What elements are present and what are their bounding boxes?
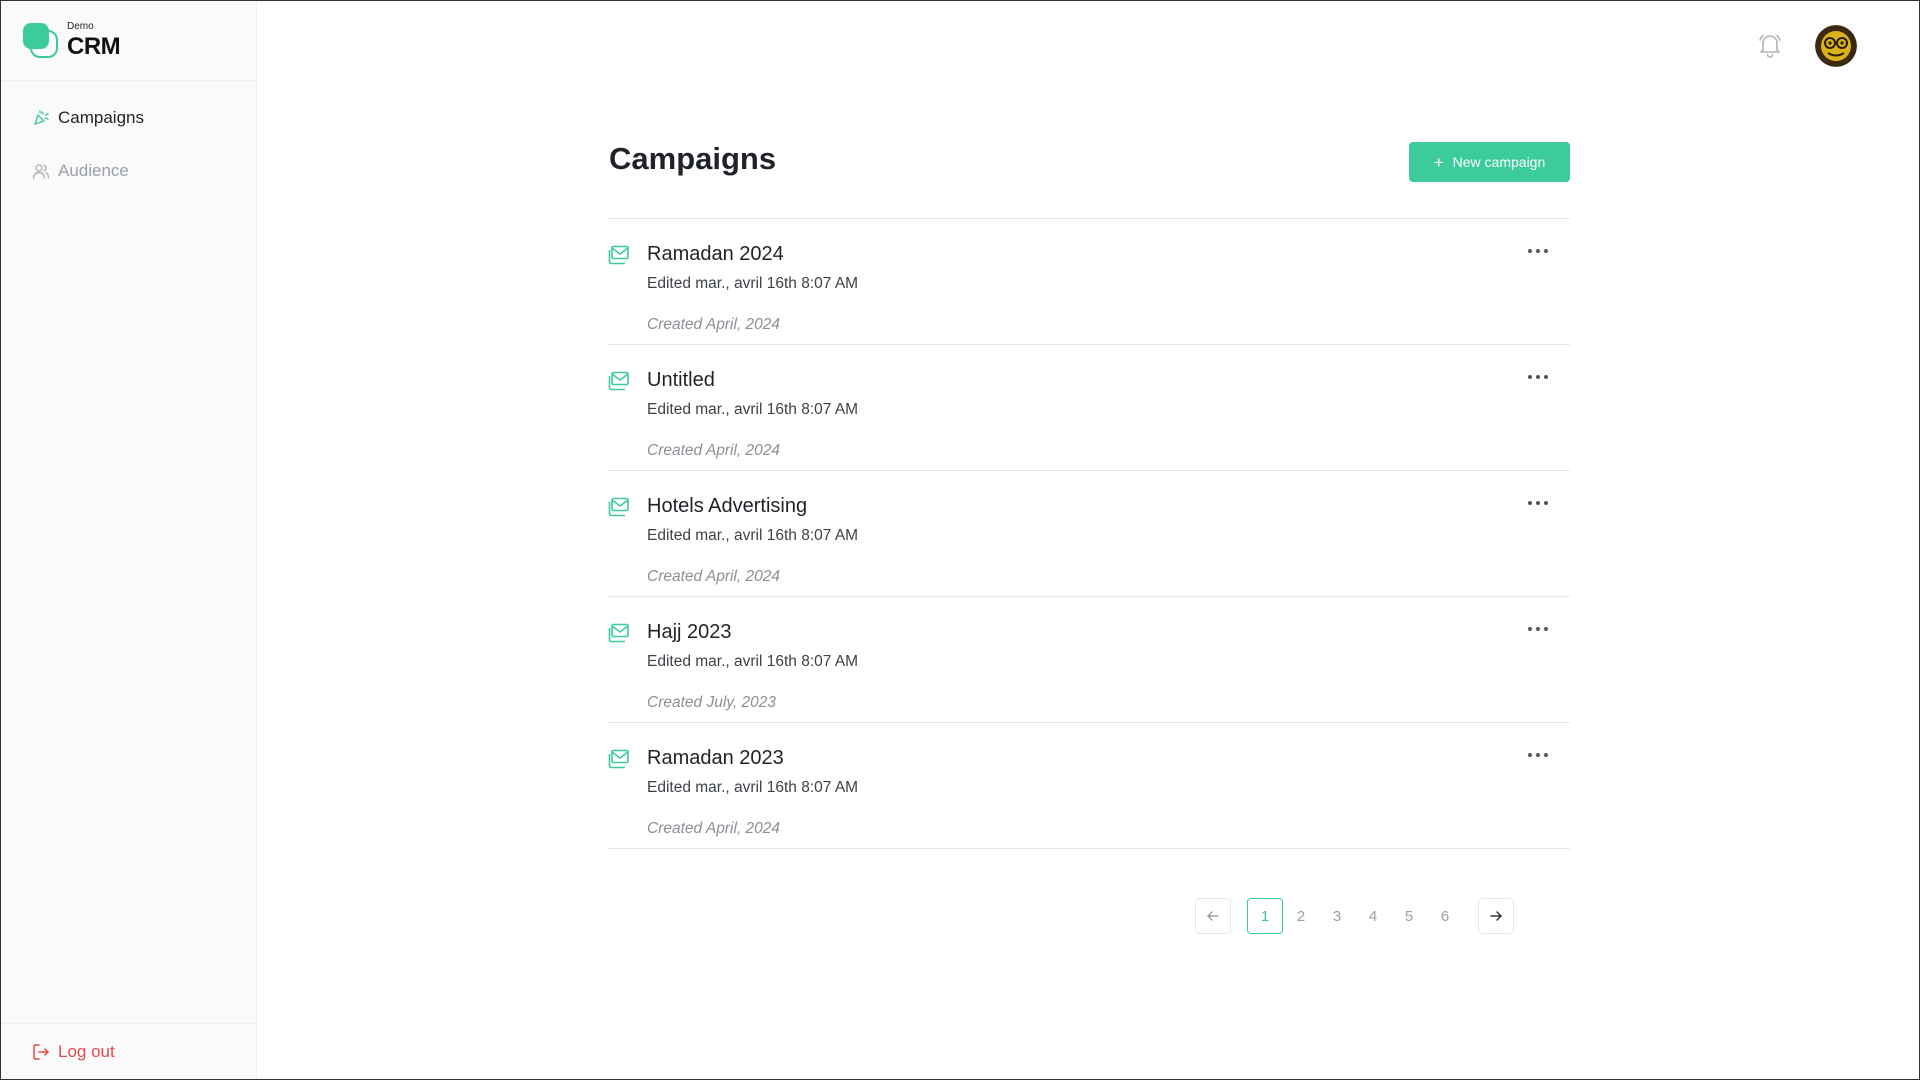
users-icon (32, 162, 50, 180)
more-options-icon[interactable] (1525, 621, 1551, 637)
sidebar-item-label: Campaigns (58, 108, 144, 127)
logout-icon (32, 1043, 50, 1061)
mail-icon (608, 497, 630, 517)
campaign-edited: Edited mar., avril 16th 8:07 AM (647, 401, 859, 418)
sidebar-item-label: Audience (58, 161, 129, 180)
logout-label: Log out (58, 1042, 115, 1061)
list-item[interactable]: Ramadan 2024 Edited mar., avril 16th 8:0… (607, 219, 1570, 345)
list-item[interactable]: Ramadan 2023 Edited mar., avril 16th 8:0… (607, 723, 1570, 849)
list-item[interactable]: Untitled Edited mar., avril 16th 8:07 AM… (607, 345, 1570, 471)
mail-icon (608, 245, 630, 265)
logout-button[interactable]: Log out (0, 1023, 256, 1080)
more-options-icon[interactable] (1525, 369, 1551, 385)
campaign-created: Created July, 2023 (647, 694, 776, 711)
campaign-title: Ramadan 2023 (647, 747, 784, 769)
page-2[interactable]: 2 (1283, 898, 1319, 934)
plus-icon: + (1433, 152, 1444, 172)
new-campaign-label: New campaign (1452, 154, 1546, 170)
campaign-edited: Edited mar., avril 16th 8:07 AM (647, 275, 859, 292)
campaign-edited: Edited mar., avril 16th 8:07 AM (647, 653, 859, 670)
campaign-created: Created April, 2024 (647, 820, 780, 837)
campaign-edited: Edited mar., avril 16th 8:07 AM (647, 527, 859, 544)
sidebar-item-audience[interactable]: Audience (0, 158, 256, 184)
campaign-title: Untitled (647, 369, 715, 391)
list-item[interactable]: Hotels Advertising Edited mar., avril 16… (607, 471, 1570, 597)
page-title: Campaigns (609, 141, 777, 176)
sidebar-item-campaigns[interactable]: Campaigns (0, 105, 256, 131)
more-options-icon[interactable] (1525, 495, 1551, 511)
logo-icon (22, 22, 58, 58)
new-campaign-button[interactable]: + New campaign (1409, 142, 1570, 182)
campaign-title: Hajj 2023 (647, 621, 732, 643)
avatar[interactable] (1815, 25, 1857, 67)
campaign-edited: Edited mar., avril 16th 8:07 AM (647, 779, 859, 796)
campaign-created: Created April, 2024 (647, 568, 780, 585)
arrow-right-icon (1490, 911, 1502, 921)
more-options-icon[interactable] (1525, 747, 1551, 763)
mail-icon (608, 623, 630, 643)
bell-icon[interactable] (1757, 32, 1783, 58)
page-4[interactable]: 4 (1355, 898, 1391, 934)
campaign-list: Ramadan 2024 Edited mar., avril 16th 8:0… (607, 218, 1570, 849)
page-1[interactable]: 1 (1247, 898, 1283, 934)
brand-subtitle: Demo (67, 20, 94, 32)
more-options-icon[interactable] (1525, 243, 1551, 259)
sidebar: Demo CRM Campaigns Audience Log out (0, 0, 257, 1080)
campaign-title: Hotels Advertising (647, 495, 808, 517)
campaign-created: Created April, 2024 (647, 442, 780, 459)
mail-icon (608, 749, 630, 769)
arrow-left-icon (1207, 911, 1219, 921)
campaign-title: Ramadan 2024 (647, 243, 784, 265)
prev-page-button[interactable] (1195, 898, 1231, 934)
page-6[interactable]: 6 (1427, 898, 1463, 934)
page-3[interactable]: 3 (1319, 898, 1355, 934)
next-page-button[interactable] (1478, 898, 1514, 934)
party-popper-icon (32, 109, 50, 127)
brand-title: CRM (67, 32, 121, 60)
sidebar-nav: Campaigns Audience (0, 81, 256, 184)
brand[interactable]: Demo CRM (0, 0, 256, 81)
list-item[interactable]: Hajj 2023 Edited mar., avril 16th 8:07 A… (607, 597, 1570, 723)
campaign-created: Created April, 2024 (647, 316, 780, 333)
mail-icon (608, 371, 630, 391)
page-5[interactable]: 5 (1391, 898, 1427, 934)
